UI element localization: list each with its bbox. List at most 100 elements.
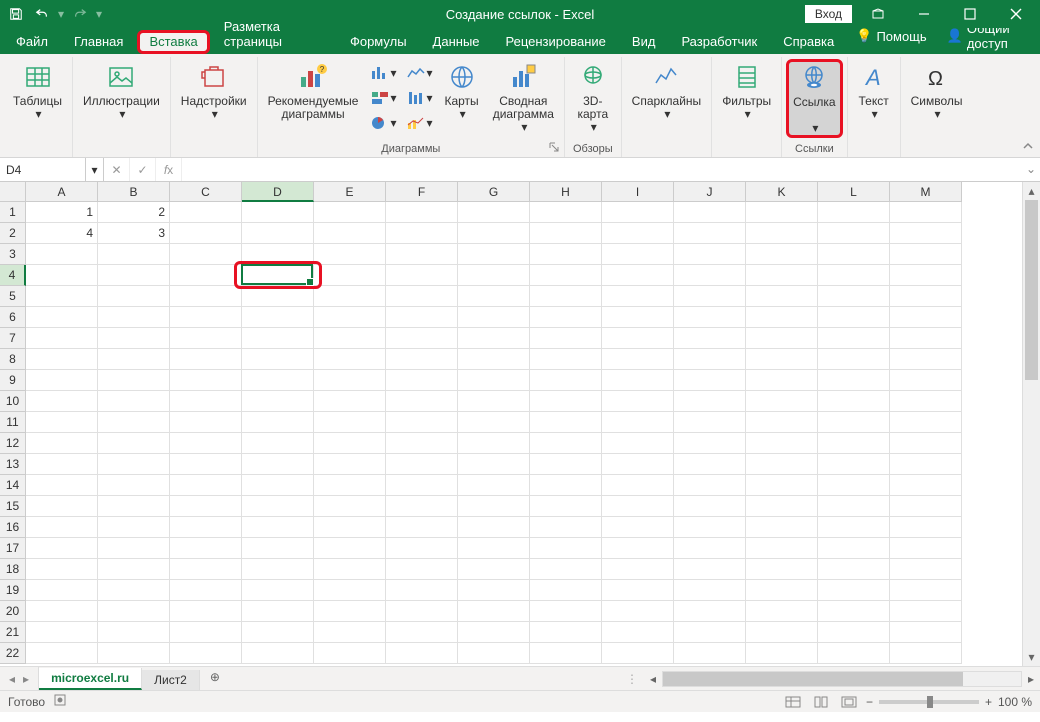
cancel-formula-icon[interactable]: ✕	[104, 158, 130, 181]
cell[interactable]	[530, 412, 602, 433]
zoom-out-icon[interactable]: −	[866, 695, 873, 709]
cell[interactable]	[26, 454, 98, 475]
cell[interactable]	[602, 391, 674, 412]
cell[interactable]	[26, 307, 98, 328]
cell[interactable]	[314, 454, 386, 475]
tellme-button[interactable]: 💡Помощь	[848, 25, 934, 47]
cell[interactable]	[242, 286, 314, 307]
cell[interactable]	[890, 265, 962, 286]
row-header[interactable]: 16	[0, 517, 26, 538]
cell[interactable]	[314, 412, 386, 433]
cell[interactable]	[242, 202, 314, 223]
cell[interactable]	[746, 601, 818, 622]
cell[interactable]	[170, 349, 242, 370]
close-icon[interactable]	[996, 0, 1036, 28]
cell[interactable]	[98, 538, 170, 559]
cell[interactable]	[818, 643, 890, 664]
cell[interactable]	[98, 391, 170, 412]
row-header[interactable]: 6	[0, 307, 26, 328]
cell[interactable]	[26, 412, 98, 433]
cell[interactable]	[98, 622, 170, 643]
row-header[interactable]: 21	[0, 622, 26, 643]
cell[interactable]	[170, 601, 242, 622]
cell[interactable]	[386, 454, 458, 475]
cell[interactable]	[386, 622, 458, 643]
cell[interactable]	[170, 265, 242, 286]
row-header[interactable]: 10	[0, 391, 26, 412]
name-box[interactable]: D4	[0, 158, 86, 181]
cell[interactable]	[890, 412, 962, 433]
cell[interactable]	[602, 622, 674, 643]
cell[interactable]	[314, 391, 386, 412]
cell[interactable]	[602, 412, 674, 433]
addins-button[interactable]: Надстройки▾	[175, 59, 253, 123]
cell[interactable]	[314, 601, 386, 622]
qat-dropdown-icon[interactable]: ▾	[58, 7, 64, 21]
cell[interactable]	[674, 496, 746, 517]
cell[interactable]	[890, 580, 962, 601]
column-header[interactable]: K	[746, 182, 818, 202]
tab-справка[interactable]: Справка	[771, 30, 846, 54]
cell[interactable]	[386, 223, 458, 244]
ribbon-display-icon[interactable]	[858, 0, 898, 28]
column-header[interactable]: G	[458, 182, 530, 202]
column-header[interactable]: J	[674, 182, 746, 202]
fx-icon[interactable]: fx	[156, 158, 182, 181]
cell[interactable]	[890, 538, 962, 559]
cell[interactable]	[746, 559, 818, 580]
cell[interactable]	[890, 601, 962, 622]
cell[interactable]	[458, 454, 530, 475]
cell[interactable]	[170, 286, 242, 307]
cell[interactable]	[602, 538, 674, 559]
cell[interactable]	[890, 223, 962, 244]
row-header[interactable]: 14	[0, 475, 26, 496]
cell[interactable]	[386, 538, 458, 559]
cells-area[interactable]: 1243	[26, 202, 1022, 666]
cell[interactable]	[314, 580, 386, 601]
save-icon[interactable]	[4, 2, 28, 26]
cell[interactable]	[746, 391, 818, 412]
cell[interactable]	[674, 202, 746, 223]
cell[interactable]	[314, 286, 386, 307]
cell[interactable]	[746, 496, 818, 517]
cell[interactable]	[530, 286, 602, 307]
cell[interactable]: 3	[98, 223, 170, 244]
cell[interactable]	[890, 328, 962, 349]
cell[interactable]	[26, 601, 98, 622]
cell[interactable]	[170, 559, 242, 580]
cell[interactable]	[602, 244, 674, 265]
cell[interactable]	[530, 202, 602, 223]
cell[interactable]	[818, 580, 890, 601]
cell[interactable]	[26, 496, 98, 517]
cell[interactable]	[602, 223, 674, 244]
cell[interactable]	[314, 265, 386, 286]
cell[interactable]	[674, 391, 746, 412]
cell[interactable]	[170, 370, 242, 391]
collapse-ribbon-icon[interactable]	[1022, 140, 1034, 155]
cell[interactable]	[746, 286, 818, 307]
cell[interactable]	[314, 622, 386, 643]
cell[interactable]	[386, 559, 458, 580]
vertical-scrollbar[interactable]: ▴ ▾	[1022, 182, 1040, 666]
cell[interactable]	[314, 433, 386, 454]
cell[interactable]	[602, 370, 674, 391]
cell[interactable]	[170, 538, 242, 559]
cell[interactable]	[890, 496, 962, 517]
cell[interactable]	[386, 412, 458, 433]
cell[interactable]	[458, 244, 530, 265]
cell[interactable]	[170, 412, 242, 433]
maps-button[interactable]: Карты▾	[438, 59, 484, 123]
cell[interactable]	[242, 559, 314, 580]
cell[interactable]	[818, 454, 890, 475]
row-header[interactable]: 18	[0, 559, 26, 580]
illustrations-button[interactable]: Иллюстрации▾	[77, 59, 166, 123]
cell[interactable]	[314, 328, 386, 349]
cell[interactable]	[818, 391, 890, 412]
cell[interactable]	[26, 643, 98, 664]
add-sheet-button[interactable]: ⊕	[200, 667, 230, 690]
cell[interactable]	[458, 622, 530, 643]
cell[interactable]	[242, 496, 314, 517]
macro-record-icon[interactable]	[53, 693, 67, 710]
cell[interactable]	[530, 223, 602, 244]
cell[interactable]	[674, 433, 746, 454]
